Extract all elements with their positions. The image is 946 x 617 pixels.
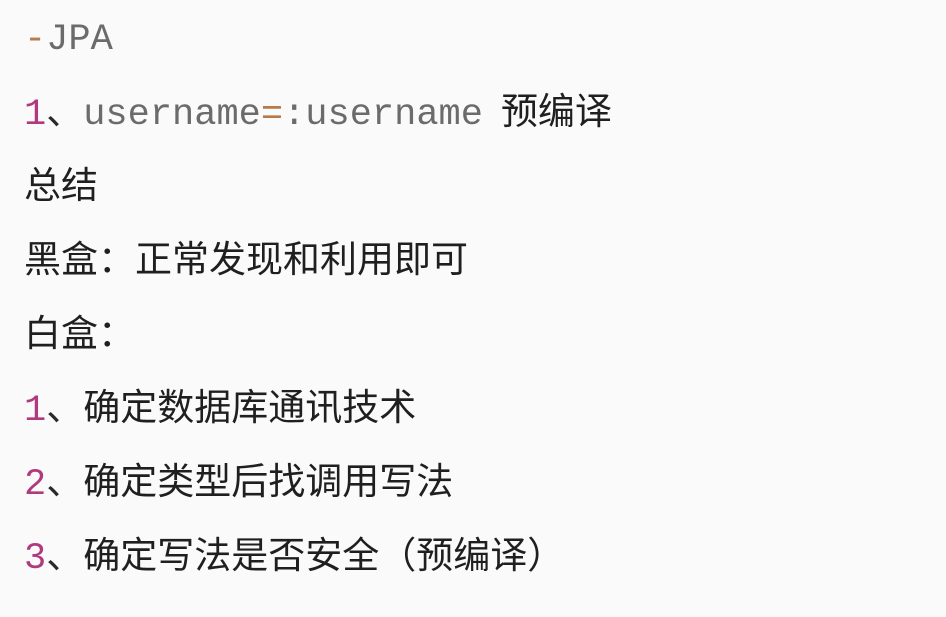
- list-separator: 、: [46, 534, 84, 577]
- list-item-text: 确定写法是否安全（预编译）: [83, 534, 565, 577]
- summary-heading: 总结: [24, 164, 98, 207]
- precompile-text: 预编译: [500, 90, 612, 133]
- blackbox-text: 黑盒：正常发现和利用即可: [24, 238, 468, 281]
- jpa-label: JPA: [46, 19, 113, 61]
- list-number: 1: [24, 94, 47, 136]
- code-username-param: username: [305, 94, 483, 136]
- list-item-text: 确定数据库通讯技术: [83, 386, 417, 429]
- line-blackbox: 黑盒：正常发现和利用即可: [24, 236, 936, 310]
- list-number: 1: [24, 390, 47, 432]
- line-jpa-item-1: 1、username=:username 预编译: [24, 88, 936, 162]
- code-colon: :: [283, 94, 306, 136]
- list-separator: 、: [46, 460, 84, 503]
- list-number: 2: [24, 464, 47, 506]
- whitebox-heading: 白盒：: [24, 312, 135, 355]
- list-separator: 、: [46, 90, 84, 133]
- code-username-field: username: [83, 94, 261, 136]
- list-number: 3: [24, 538, 47, 580]
- dash-prefix: -: [24, 19, 47, 61]
- line-jpa-heading: -JPA: [24, 14, 936, 88]
- line-whitebox-item-2: 2、确定类型后找调用写法: [24, 458, 936, 532]
- line-whitebox: 白盒：: [24, 310, 936, 384]
- list-item-text: 确定类型后找调用写法: [83, 460, 454, 503]
- line-whitebox-item-3: 3、确定写法是否安全（预编译）: [24, 532, 936, 606]
- code-equals: =: [260, 94, 284, 136]
- line-summary: 总结: [24, 162, 936, 236]
- list-separator: 、: [46, 386, 84, 429]
- line-whitebox-item-1: 1、确定数据库通讯技术: [24, 384, 936, 458]
- note-document: -JPA 1、username=:username 预编译 总结 黑盒：正常发现和…: [24, 14, 936, 606]
